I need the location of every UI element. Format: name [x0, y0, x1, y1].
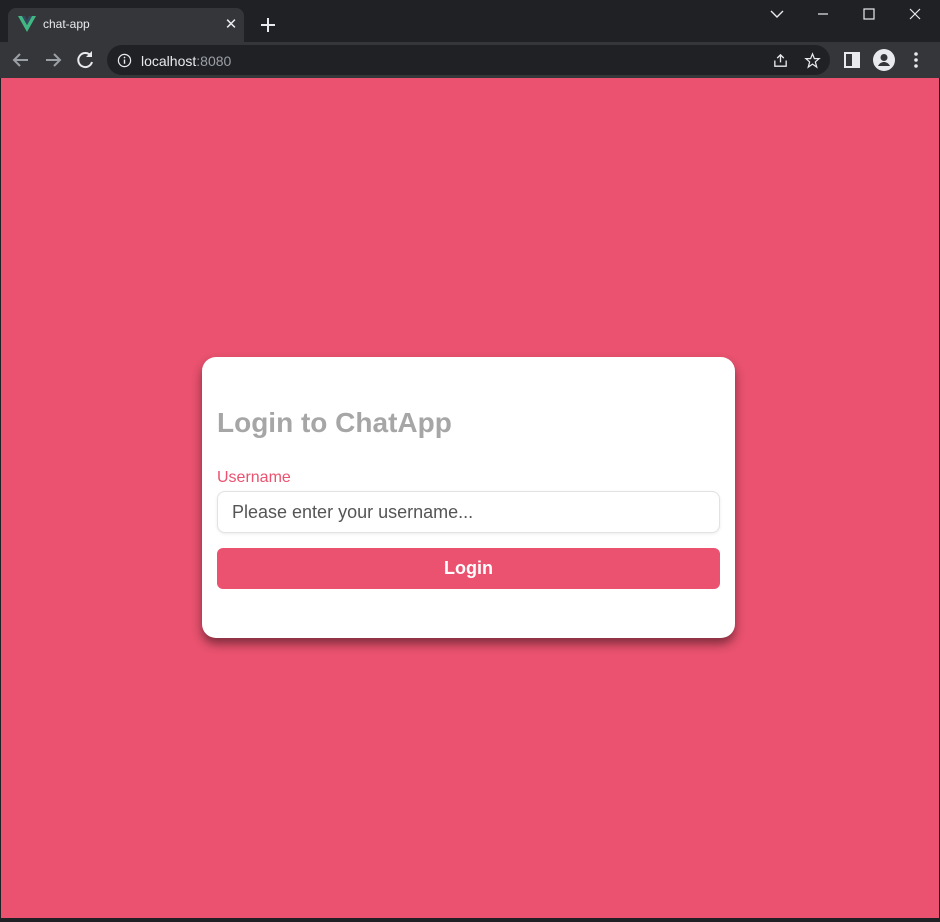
browser-toolbar: localhost:8080	[0, 42, 940, 78]
page-background: Login to ChatApp Username Login	[1, 78, 939, 918]
profile-avatar-icon[interactable]	[872, 48, 896, 72]
address-bar[interactable]: localhost:8080	[107, 45, 830, 75]
share-icon[interactable]	[772, 52, 789, 69]
new-tab-icon[interactable]	[256, 13, 280, 37]
username-label: Username	[217, 469, 291, 486]
browser-tab[interactable]: chat-app ✕	[8, 8, 244, 42]
forward-icon[interactable]	[41, 48, 65, 72]
url-port: :8080	[196, 53, 232, 69]
login-title: Login to ChatApp	[217, 407, 452, 438]
tab-search-icon[interactable]	[762, 2, 792, 28]
tab-strip: chat-app ✕	[0, 0, 940, 42]
reload-icon[interactable]	[73, 48, 97, 72]
vue-logo-icon	[18, 16, 36, 32]
back-icon[interactable]	[9, 48, 33, 72]
window-bottom-edge	[0, 918, 940, 922]
bookmark-star-icon[interactable]	[804, 52, 821, 69]
login-button[interactable]: Login	[217, 548, 720, 589]
url-host: localhost	[141, 53, 197, 69]
minimize-icon[interactable]	[808, 2, 838, 28]
site-info-icon[interactable]	[117, 53, 132, 68]
tab-title: chat-app	[43, 17, 90, 31]
url-text[interactable]: localhost:8080	[141, 53, 231, 69]
more-menu-icon[interactable]	[904, 48, 928, 72]
username-input[interactable]	[217, 491, 720, 533]
close-window-icon[interactable]	[900, 2, 930, 28]
side-panel-icon[interactable]	[840, 48, 864, 72]
maximize-icon[interactable]	[854, 2, 884, 28]
close-tab-icon[interactable]: ✕	[222, 16, 240, 34]
login-card: Login to ChatApp Username Login	[202, 357, 735, 638]
